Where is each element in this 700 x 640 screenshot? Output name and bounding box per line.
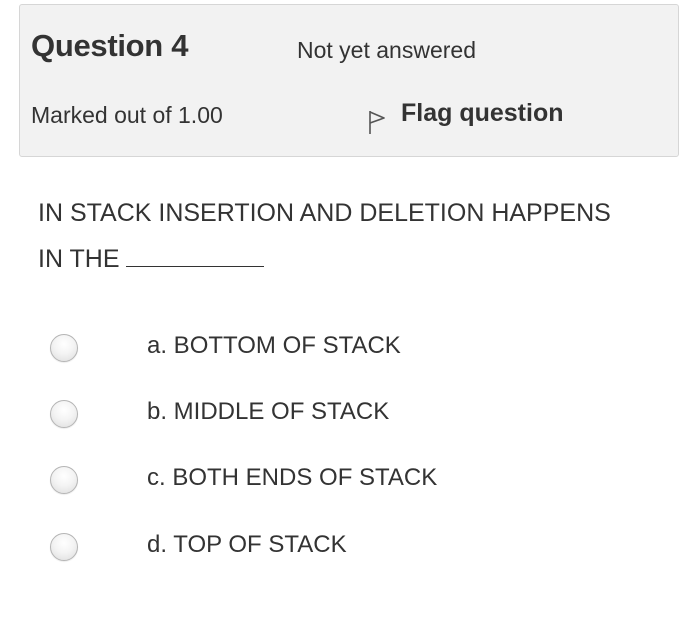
question-text: IN STACK INSERTION AND DELETION HAPPENS … [38, 190, 668, 282]
question-number-title: Question 4 [31, 28, 189, 63]
question-info-panel: Question 4 Not yet answered Marked out o… [19, 4, 679, 157]
flag-question-button[interactable]: Flag question [367, 99, 564, 135]
radio-option-d[interactable] [50, 533, 78, 561]
question-state-text: Not yet answered [297, 37, 476, 63]
answer-option-a[interactable]: a. BOTTOM OF STACK [0, 328, 700, 378]
radio-option-c[interactable] [50, 466, 78, 494]
answer-option-b-label[interactable]: b. MIDDLE OF STACK [147, 398, 389, 426]
question-text-line-2-text: IN THE [38, 245, 120, 273]
answer-option-d-label[interactable]: d. TOP OF STACK [147, 531, 347, 559]
answer-option-a-label[interactable]: a. BOTTOM OF STACK [147, 332, 401, 360]
answer-option-c[interactable]: c. BOTH ENDS OF STACK [0, 460, 700, 510]
question-grade-text: Marked out of 1.00 [31, 102, 223, 128]
question-text-line-1: IN STACK INSERTION AND DELETION HAPPENS [38, 199, 611, 227]
question-text-line-2: IN THE [38, 236, 668, 282]
answer-blank [126, 242, 265, 267]
answer-option-d[interactable]: d. TOP OF STACK [0, 527, 700, 577]
answer-option-c-label[interactable]: c. BOTH ENDS OF STACK [147, 464, 437, 492]
flag-icon [369, 111, 385, 134]
answer-option-b[interactable]: b. MIDDLE OF STACK [0, 394, 700, 444]
flag-question-label: Flag question [401, 99, 564, 127]
radio-option-a[interactable] [50, 334, 78, 362]
radio-option-b[interactable] [50, 400, 78, 428]
